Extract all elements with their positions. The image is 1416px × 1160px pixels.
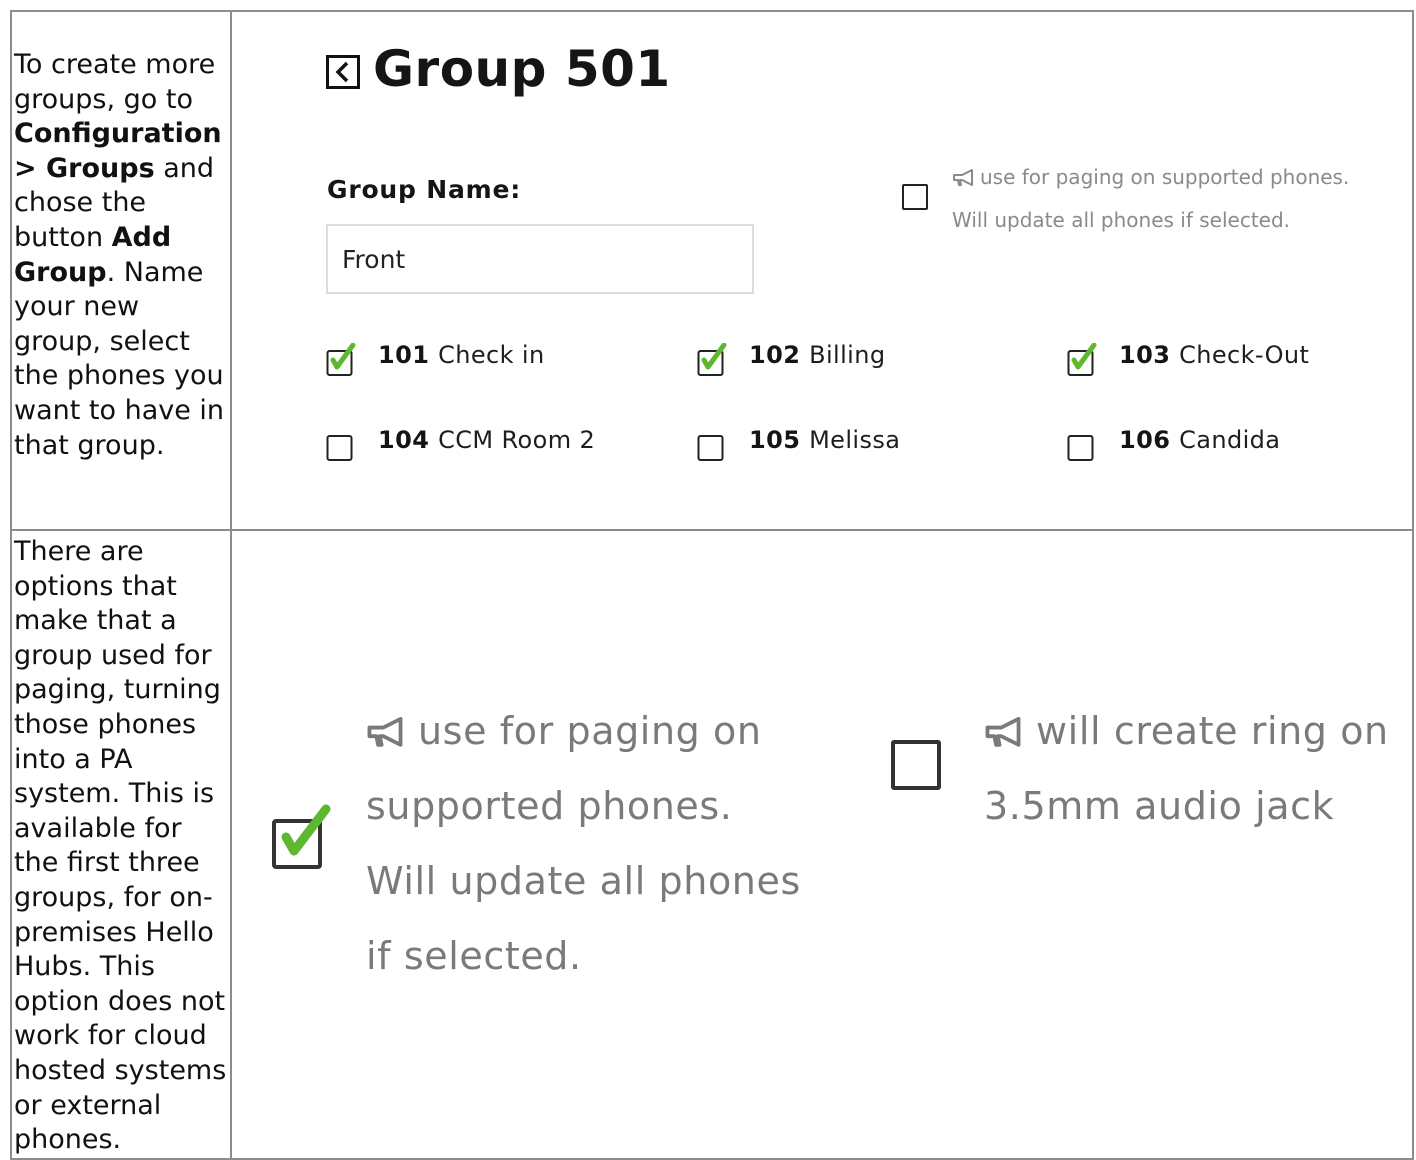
- phone-name: Billing: [809, 341, 886, 369]
- phone-name: Candida: [1179, 426, 1281, 454]
- phone-label: 101 Check in: [378, 341, 545, 369]
- document-table: To create more groups, go to Configurati…: [10, 10, 1414, 1160]
- paging-line-1: use for paging on supported phones.: [980, 165, 1350, 189]
- paging-option-line: Will update all phones: [366, 859, 801, 903]
- phone-label: 102 Billing: [749, 341, 885, 369]
- phone-name: Melissa: [809, 426, 901, 454]
- phone-extension: 103: [1119, 341, 1171, 369]
- phone-label: 106 Candida: [1119, 426, 1280, 454]
- instructions-text: To create more groups, go to: [14, 49, 216, 115]
- phone-name: Check in: [438, 341, 545, 369]
- phone-label: 103 Check-Out: [1119, 341, 1309, 369]
- screenshot-cell: use for paging on supported phones. Will…: [230, 529, 1414, 1160]
- ring-option-line: will create ring on: [984, 709, 1389, 753]
- phone-name: CCM Room 2: [438, 426, 596, 454]
- ring-checkbox[interactable]: [891, 740, 941, 790]
- ring-option-line: 3.5mm audio jack: [984, 784, 1335, 828]
- paging-option-line: supported phones.: [366, 784, 733, 828]
- phone-extension: 106: [1119, 426, 1171, 454]
- instructions-cell: To create more groups, go to Configurati…: [10, 10, 232, 531]
- paging-options-screenshot: use for paging on supported phones. Will…: [232, 531, 1412, 1158]
- instructions-text: There are options that make that a group…: [14, 536, 227, 1156]
- page-title: Group 501: [373, 40, 671, 98]
- paging-checkbox-checked[interactable]: [272, 801, 332, 871]
- back-icon[interactable]: [326, 55, 360, 89]
- group-name-label: Group Name:: [327, 175, 522, 204]
- paging-option-line: if selected.: [366, 934, 582, 978]
- checkbox-unchecked[interactable]: [326, 428, 360, 462]
- instructions-cell: There are options that make that a group…: [10, 529, 232, 1160]
- table-row: There are options that make that a group…: [10, 529, 1414, 1160]
- phone-label: 104 CCM Room 2: [378, 426, 595, 454]
- checkbox-unchecked[interactable]: [1067, 428, 1101, 462]
- group-name-input[interactable]: [326, 224, 754, 294]
- checkbox-checked[interactable]: [697, 343, 731, 377]
- megaphone-icon: [953, 169, 973, 186]
- phone-extension: 105: [749, 426, 801, 454]
- paging-line-2: Will update all phones if selected.: [952, 208, 1291, 232]
- megaphone-icon: [367, 717, 403, 747]
- checkbox-checked[interactable]: [1067, 343, 1101, 377]
- screenshot-cell: Group 501 Group Name: use for paging on …: [230, 10, 1414, 531]
- megaphone-icon: [985, 717, 1021, 747]
- checkbox-checked[interactable]: [326, 343, 360, 377]
- paging-option-line: use for paging on: [366, 709, 762, 753]
- phone-extension: 101: [378, 341, 430, 369]
- paging-option-text: use for paging on supported phones.: [952, 165, 1349, 189]
- phone-extension: 102: [749, 341, 801, 369]
- phone-label: 105 Melissa: [749, 426, 900, 454]
- table-row: To create more groups, go to Configurati…: [10, 10, 1414, 531]
- phone-name: Check-Out: [1179, 341, 1310, 369]
- phone-extension: 104: [378, 426, 430, 454]
- group-editor-screenshot: Group 501 Group Name: use for paging on …: [232, 12, 1412, 529]
- paging-checkbox[interactable]: [902, 184, 928, 210]
- checkbox-unchecked[interactable]: [697, 428, 731, 462]
